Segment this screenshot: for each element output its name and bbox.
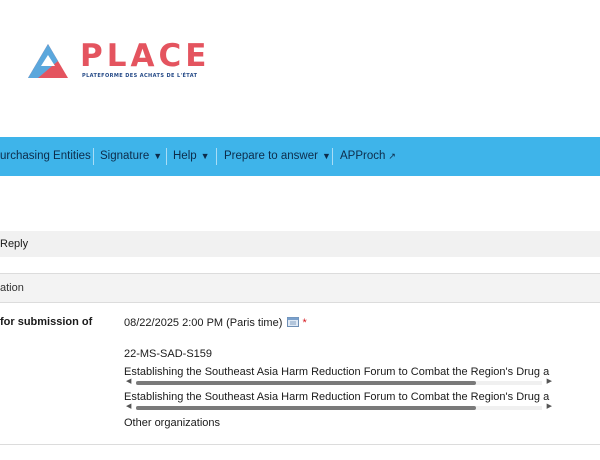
calendar-icon[interactable] [287, 316, 300, 327]
reply-bar: Reply [0, 231, 600, 257]
horizontal-scrollbar[interactable]: ◀ ▶ [124, 378, 554, 388]
nav-separator [216, 148, 217, 165]
chevron-down-icon: ▼ [321, 151, 331, 161]
nav-separator [166, 148, 167, 165]
section-header: ation [0, 273, 600, 303]
organization-value: Other organizations [124, 417, 220, 429]
nav-item-signature[interactable]: Signature ▼ [100, 137, 162, 176]
nav-item-help[interactable]: Help ▼ [173, 137, 210, 176]
external-link-icon: ↗ [388, 151, 396, 161]
reply-link[interactable]: Reply [0, 231, 28, 257]
required-marker: * [302, 317, 307, 329]
logo-tagline: PLATEFORME DES ACHATS DE L'ÉTAT [82, 73, 198, 79]
nav-item-label: Signature [100, 150, 150, 162]
chevron-down-icon: ▼ [153, 151, 163, 161]
deadline-value: 08/22/2025 2:00 PM (Paris time) [124, 317, 283, 329]
chevron-down-icon: ▼ [200, 151, 210, 161]
nav-separator [93, 148, 94, 165]
reference-value: 22-MS-SAD-S159 [124, 348, 213, 360]
title-line-2: Establishing the Southeast Asia Harm Red… [124, 391, 550, 403]
nav-item-approch[interactable]: APProch ↗ [340, 137, 396, 176]
nav-item-label: Prepare to answer [224, 150, 318, 162]
nav-item-purchasing-entities[interactable]: urchasing Entities [0, 137, 91, 176]
title-line-1: Establishing the Southeast Asia Harm Red… [124, 366, 550, 378]
logo-wordmark: PLACE [80, 38, 211, 74]
nav-item-label: APProch [340, 150, 386, 162]
section-divider [0, 444, 600, 445]
scroll-right-icon[interactable]: ▶ [547, 377, 552, 387]
nav-item-label: urchasing Entities [0, 150, 91, 162]
scroll-thumb[interactable] [136, 406, 476, 410]
place-logo-mark [28, 44, 68, 78]
scroll-left-icon[interactable]: ◀ [126, 402, 131, 412]
scroll-right-icon[interactable]: ▶ [547, 402, 552, 412]
deadline-row: 08/22/2025 2:00 PM (Paris time) * [124, 316, 307, 329]
main-navbar: urchasing Entities Signature ▼ Help ▼ Prep… [0, 137, 600, 176]
scroll-thumb[interactable] [136, 381, 476, 385]
nav-separator [332, 148, 333, 165]
deadline-label: for submission of [0, 316, 93, 328]
horizontal-scrollbar[interactable]: ◀ ▶ [124, 403, 554, 413]
scroll-left-icon[interactable]: ◀ [126, 377, 131, 387]
place-logo[interactable]: PLACE PLATEFORME DES ACHATS DE L'ÉTAT [26, 38, 226, 80]
nav-item-prepare-to-answer[interactable]: Prepare to answer ▼ [224, 137, 331, 176]
nav-item-label: Help [173, 150, 197, 162]
section-title: ation [0, 282, 24, 294]
